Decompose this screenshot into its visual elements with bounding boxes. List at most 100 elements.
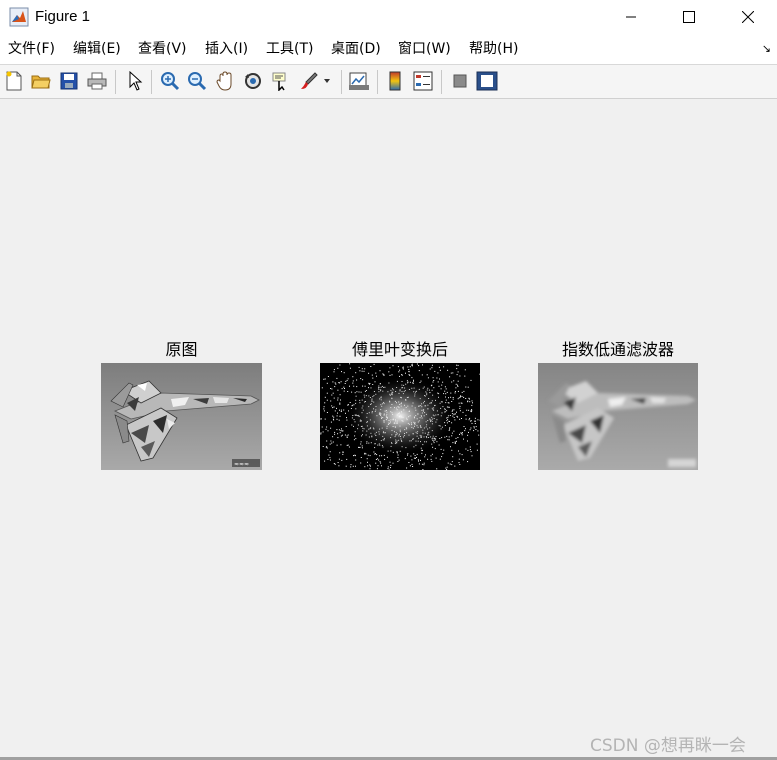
save-icon[interactable]	[58, 70, 80, 92]
spectrum-speckle	[356, 379, 358, 381]
spectrum-speckle	[479, 373, 480, 375]
spectrum-speckle	[343, 409, 345, 411]
figure-toolbar	[0, 64, 777, 99]
spectrum-speckle	[320, 432, 322, 434]
spectrum-speckle	[438, 444, 440, 446]
spectrum-speckle	[340, 411, 342, 412]
spectrum-speckle	[436, 468, 438, 470]
spectrum-speckle	[367, 465, 369, 467]
spectrum-speckle	[456, 411, 457, 413]
spectrum-speckle	[323, 408, 325, 410]
open-file-icon[interactable]	[30, 70, 52, 92]
menu-edit[interactable]: 编辑(E)	[73, 40, 121, 58]
spectrum-speckle	[451, 435, 453, 437]
data-cursor-icon[interactable]	[270, 70, 292, 92]
hide-plot-tools-icon[interactable]	[449, 70, 471, 92]
spectrum-speckle	[350, 464, 352, 466]
maximize-button[interactable]	[660, 0, 718, 34]
spectrum-speckle	[408, 462, 410, 463]
menu-window[interactable]: 窗口(W)	[398, 40, 451, 58]
spectrum-speckle	[433, 380, 435, 381]
spectrum-speckle	[323, 378, 325, 380]
spectrum-speckle	[457, 384, 458, 386]
spectrum-speckle	[334, 386, 336, 388]
spectrum-speckle	[337, 399, 339, 401]
brush-dropdown-icon[interactable]	[320, 70, 334, 92]
spectrum-speckle	[457, 437, 459, 438]
spectrum-speckle	[459, 407, 461, 409]
spectrum-speckle	[336, 415, 338, 417]
spectrum-speckle	[470, 420, 472, 422]
spectrum-speckle	[439, 458, 441, 460]
spectrum-speckle	[360, 378, 362, 380]
print-icon[interactable]	[86, 70, 108, 92]
spectrum-speckle	[434, 370, 436, 372]
spectrum-speckle	[339, 409, 340, 411]
insert-legend-icon[interactable]	[412, 70, 434, 92]
spectrum-speckle	[324, 396, 326, 398]
spectrum-speckle	[471, 410, 473, 412]
spectrum-speckle	[339, 402, 341, 404]
spectrum-speckle	[362, 379, 364, 381]
spectrum-speckle	[374, 453, 376, 455]
spectrum-speckle	[376, 458, 378, 460]
spectrum-speckle	[366, 458, 368, 460]
pan-icon[interactable]	[214, 70, 236, 92]
spectrum-speckle	[458, 397, 460, 399]
spectrum-speckle	[346, 437, 348, 438]
spectrum-speckle	[431, 364, 433, 366]
zoom-out-icon[interactable]	[186, 70, 208, 92]
spectrum-speckle	[370, 366, 372, 367]
spectrum-speckle	[465, 386, 467, 388]
spectrum-speckle	[471, 422, 473, 424]
dock-arrow-icon[interactable]: ↘	[762, 42, 771, 55]
spectrum-speckle	[360, 457, 362, 458]
spectrum-speckle	[471, 400, 473, 402]
spectrum-speckle	[463, 396, 465, 398]
spectrum-speckle	[414, 455, 416, 456]
menu-insert[interactable]: 插入(I)	[205, 40, 248, 58]
spectrum-speckle	[321, 387, 323, 389]
new-figure-icon[interactable]	[3, 70, 25, 92]
insert-colorbar-icon[interactable]	[384, 70, 406, 92]
spectrum-speckle	[336, 377, 338, 379]
menu-desktop[interactable]: 桌面(D)	[331, 40, 381, 58]
spectrum-speckle	[330, 421, 332, 423]
spectrum-speckle	[435, 457, 437, 459]
spectrum-speckle	[451, 449, 453, 451]
spectrum-speckle	[325, 428, 327, 430]
spectrum-speckle	[321, 426, 323, 428]
menu-help[interactable]: 帮助(H)	[469, 40, 518, 58]
spectrum-speckle	[361, 370, 363, 372]
spectrum-speckle	[322, 446, 324, 447]
spectrum-speckle	[339, 432, 341, 434]
spectrum-speckle	[446, 466, 448, 468]
zoom-in-icon[interactable]	[159, 70, 181, 92]
spectrum-speckle	[473, 427, 475, 429]
menu-view[interactable]: 查看(V)	[138, 40, 187, 58]
minimize-button[interactable]	[602, 0, 660, 34]
brush-icon[interactable]	[298, 70, 320, 92]
spectrum-speckle	[390, 467, 391, 469]
spectrum-speckle	[356, 386, 358, 388]
spectrum-speckle	[343, 386, 345, 388]
spectrum-speckle	[455, 437, 457, 439]
spectrum-speckle	[464, 430, 466, 432]
close-button[interactable]	[719, 0, 777, 34]
spectrum-speckle	[368, 372, 370, 374]
spectrum-speckle	[452, 397, 454, 398]
link-plot-icon[interactable]	[348, 70, 370, 92]
rotate-3d-icon[interactable]	[242, 70, 264, 92]
show-plot-tools-icon[interactable]	[476, 70, 498, 92]
spectrum-speckle	[463, 390, 465, 392]
spectrum-speckle	[469, 429, 471, 431]
spectrum-speckle	[334, 433, 336, 435]
spectrum-speckle	[411, 363, 413, 365]
spectrum-speckle	[334, 431, 336, 433]
menu-file[interactable]: 文件(F)	[8, 40, 55, 58]
menu-tools[interactable]: 工具(T)	[266, 40, 313, 58]
spectrum-speckle	[466, 409, 468, 411]
spectrum-speckle	[339, 382, 341, 384]
edit-plot-icon[interactable]	[124, 70, 146, 92]
spectrum-speckle	[454, 443, 456, 444]
